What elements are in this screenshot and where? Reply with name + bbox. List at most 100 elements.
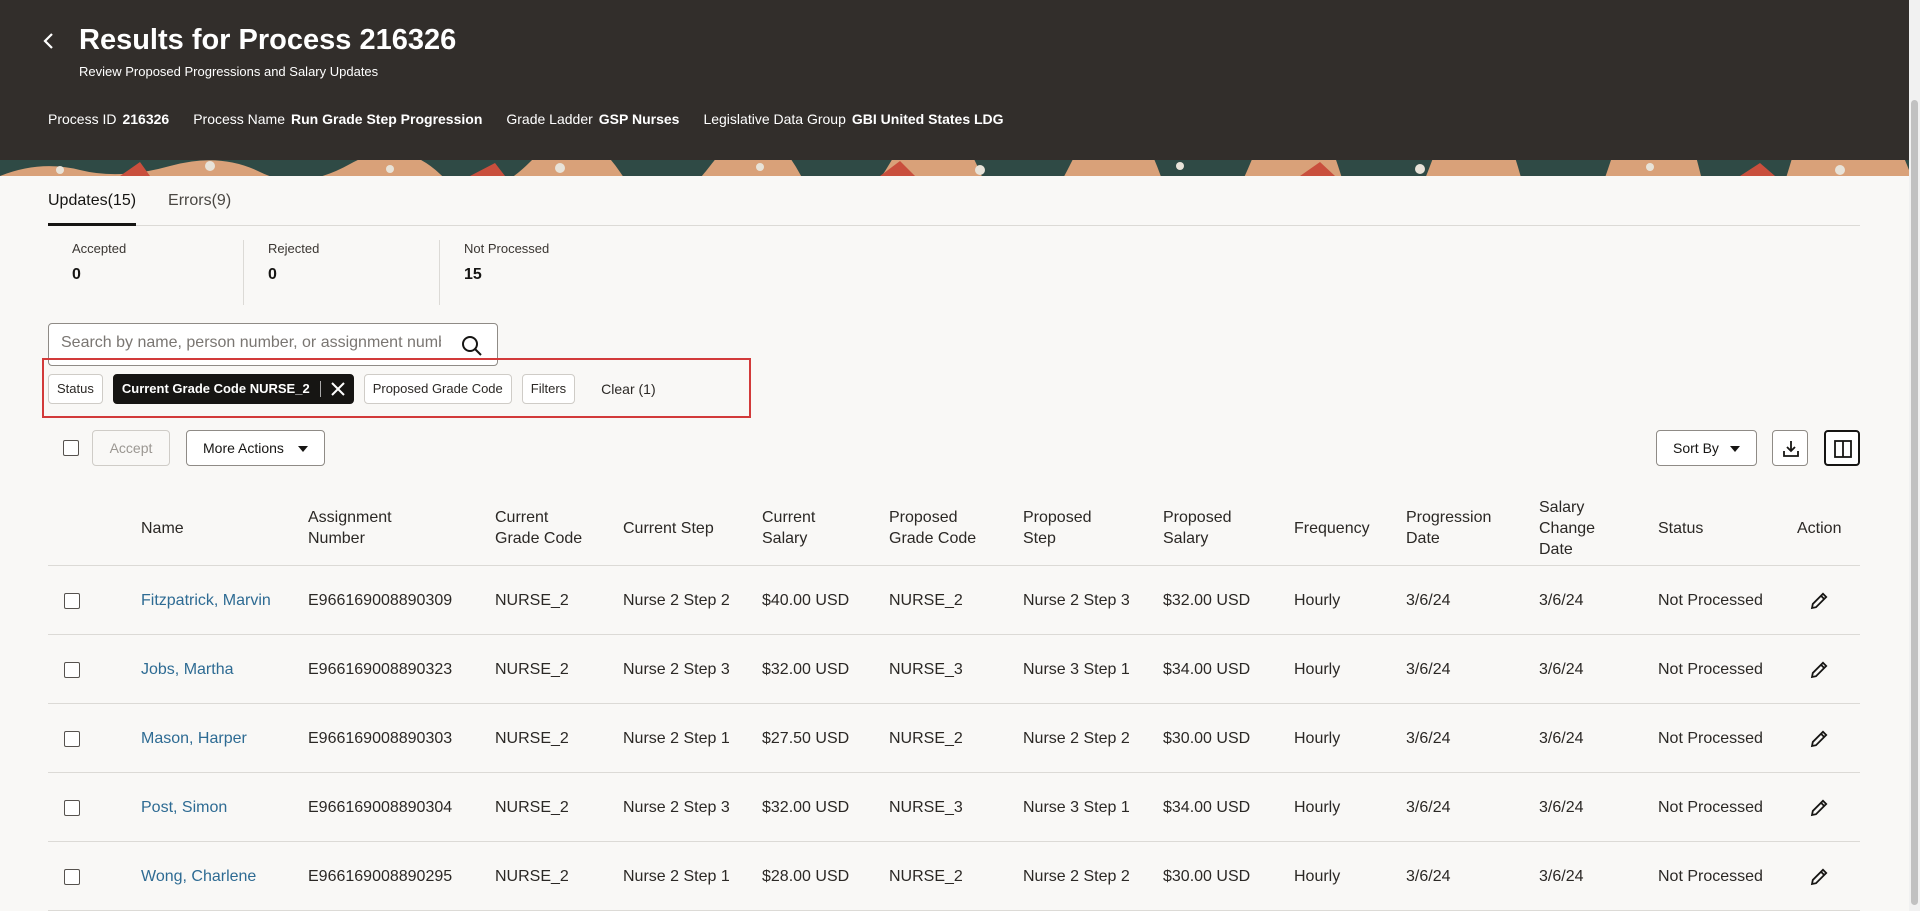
cell-current-step: Nurse 2 Step 3 (623, 660, 730, 678)
close-icon[interactable] (327, 378, 349, 400)
cell-status: Not Processed (1658, 591, 1763, 609)
cell-current-grade: NURSE_2 (495, 729, 569, 747)
edit-pencil-icon[interactable] (1808, 728, 1830, 750)
cell-assignment-number: E966169008890304 (308, 798, 453, 816)
cell-progression-date: 3/6/24 (1406, 798, 1451, 816)
back-button[interactable] (42, 30, 64, 54)
cell-proposed-step: Nurse 3 Step 1 (1023, 798, 1130, 816)
table-row[interactable]: Post, Simon E966169008890304 NURSE_2 Nurse … (48, 773, 1860, 842)
summary-value: 0 (268, 266, 277, 283)
cell-proposed-salary: $32.00 USD (1163, 591, 1251, 609)
download-button[interactable] (1772, 430, 1808, 466)
row-checkbox[interactable] (64, 661, 80, 678)
search-input[interactable] (61, 334, 441, 352)
cell-salary-change-date: 3/6/24 (1539, 660, 1584, 678)
scrollbar-thumb[interactable] (1911, 100, 1918, 905)
table-row[interactable]: Mason, Harper E966169008890303 NURSE_2 Nurs… (48, 704, 1860, 773)
more-actions-button[interactable]: More Actions (186, 430, 325, 466)
cell-frequency: Hourly (1294, 660, 1341, 678)
col-header-frequency[interactable]: Frequency (1294, 490, 1394, 566)
accept-button[interactable]: Accept (92, 430, 170, 466)
sort-by-label: Sort By (1673, 440, 1719, 456)
search-icon[interactable] (461, 335, 483, 357)
cell-current-salary: $27.50 USD (762, 729, 850, 747)
row-action-cell (1808, 635, 1830, 704)
col-header-proposed-grade[interactable]: Proposed Grade Code (889, 490, 989, 566)
table-row[interactable]: Fitzpatrick, Marvin E966169008890309 NURSE… (48, 566, 1860, 635)
col-header-progression-date[interactable]: Progression Date (1406, 490, 1506, 566)
select-all-checkbox[interactable] (63, 440, 79, 456)
cell-status: Not Processed (1658, 660, 1763, 678)
col-header-proposed-step[interactable]: Proposed Step (1023, 490, 1103, 566)
person-name-link[interactable]: Post, Simon (141, 799, 227, 817)
row-checkbox[interactable] (64, 799, 80, 816)
edit-pencil-icon[interactable] (1808, 797, 1830, 819)
meta-process-id: Process ID 216326 (48, 111, 170, 127)
col-header-status[interactable]: Status (1658, 490, 1758, 566)
table-row[interactable]: Jobs, Martha E966169008890323 NURSE_2 Nurse… (48, 635, 1860, 704)
table-row[interactable]: Wong, Charlene E966169008890295 NURSE_2 Nur… (48, 842, 1860, 911)
cell-current-step: Nurse 2 Step 1 (623, 867, 730, 885)
person-name-link[interactable]: Mason, Harper (141, 730, 247, 748)
cell-current-salary: $32.00 USD (762, 798, 850, 816)
tab-updates[interactable]: Updates(15) (48, 190, 137, 226)
edit-pencil-icon[interactable] (1808, 590, 1830, 612)
chip-divider (319, 381, 321, 397)
cell-salary-change-date: 3/6/24 (1539, 591, 1584, 609)
person-name-link[interactable]: Fitzpatrick, Marvin (141, 592, 271, 610)
filter-chip-label: Current Grade Code NURSE_2 (121, 381, 310, 396)
col-header-current-grade[interactable]: Current Grade Code (495, 490, 595, 566)
edit-pencil-icon[interactable] (1808, 866, 1830, 888)
filter-chip-current-grade[interactable]: Current Grade Code NURSE_2 (112, 374, 354, 404)
table-header: Name Assignment Number Current Grade Cod… (48, 490, 1860, 566)
row-checkbox[interactable] (64, 730, 80, 747)
person-name-link[interactable]: Jobs, Martha (141, 661, 233, 679)
col-header-assignment-number[interactable]: Assignment Number (308, 490, 438, 566)
row-select-cell (64, 566, 80, 635)
col-header-current-salary[interactable]: Current Salary (762, 490, 842, 566)
col-header-proposed-salary[interactable]: Proposed Salary (1163, 490, 1253, 566)
cell-proposed-grade: NURSE_2 (889, 729, 963, 747)
cell-salary-change-date: 3/6/24 (1539, 798, 1584, 816)
cell-status: Not Processed (1658, 867, 1763, 885)
filter-chip-status[interactable]: Status (48, 374, 103, 404)
person-name-link[interactable]: Wong, Charlene (141, 868, 256, 886)
filter-chip-filters[interactable]: Filters (521, 374, 576, 404)
sort-by-button[interactable]: Sort By (1656, 430, 1757, 466)
cell-progression-date: 3/6/24 (1406, 660, 1451, 678)
cell-current-salary: $40.00 USD (762, 591, 850, 609)
vertical-scrollbar[interactable] (1909, 0, 1920, 911)
cell-current-salary: $28.00 USD (762, 867, 850, 885)
cell-proposed-grade: NURSE_3 (889, 798, 963, 816)
col-header-salary-change-date[interactable]: Salary Change Date (1539, 490, 1619, 566)
cell-assignment-number: E966169008890323 (308, 660, 453, 678)
cell-current-grade: NURSE_2 (495, 660, 569, 678)
cell-progression-date: 3/6/24 (1406, 867, 1451, 885)
filter-chips: Status Current Grade Code NURSE_2 Propos… (48, 374, 656, 404)
edit-pencil-icon[interactable] (1808, 659, 1830, 681)
process-meta: Process ID 216326 Process Name Run Grade S… (48, 111, 1028, 127)
cell-proposed-grade: NURSE_2 (889, 867, 963, 885)
table-body: Fitzpatrick, Marvin E966169008890309 NURSE… (48, 566, 1860, 911)
row-action-cell (1808, 704, 1830, 773)
row-checkbox[interactable] (64, 868, 80, 885)
cell-current-step: Nurse 2 Step 3 (623, 798, 730, 816)
cell-name: Fitzpatrick, Marvin (141, 566, 271, 635)
filter-chip-proposed-grade[interactable]: Proposed Grade Code (363, 374, 512, 404)
clear-filters-link[interactable]: Clear (1) (601, 381, 655, 397)
meta-grade-ladder: Grade Ladder GSP Nurses (506, 111, 680, 127)
page-subtitle: Review Proposed Progressions and Salary … (79, 64, 379, 79)
download-icon (1783, 441, 1799, 457)
col-header-name[interactable]: Name (141, 490, 301, 566)
summary-rejected: Rejected 0 (244, 240, 440, 305)
column-view-button[interactable] (1824, 430, 1860, 466)
row-checkbox[interactable] (64, 592, 80, 609)
page-header: Results for Process 216326 Review Propos… (0, 0, 1909, 176)
col-header-current-step[interactable]: Current Step (623, 490, 743, 566)
cell-current-salary: $32.00 USD (762, 660, 850, 678)
cell-proposed-step: Nurse 3 Step 1 (1023, 660, 1130, 678)
cell-current-step: Nurse 2 Step 1 (623, 729, 730, 747)
tab-errors[interactable]: Errors(9) (168, 190, 231, 226)
chevron-down-icon (298, 446, 308, 452)
cell-salary-change-date: 3/6/24 (1539, 867, 1584, 885)
